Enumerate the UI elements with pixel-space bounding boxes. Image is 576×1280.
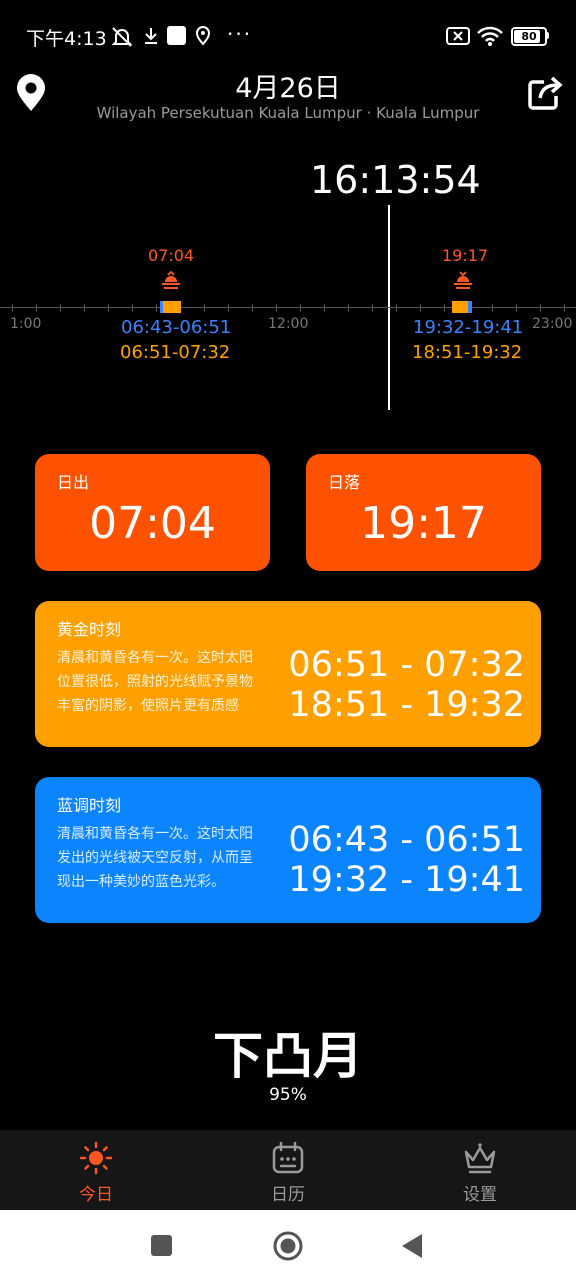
blue-hour-description: 清晨和黄昏各有一次。这时太阳 发出的光线被天空反射，从而呈 现出一种美妙的蓝色光… — [57, 826, 253, 890]
sunset-card[interactable]: 日落 19:17 — [306, 454, 541, 571]
sunset-marker-time: 19:17 — [442, 246, 489, 265]
sunset-icon — [454, 271, 472, 289]
evening-golden-range: 18:51-19:32 — [412, 342, 523, 363]
share-icon[interactable] — [528, 76, 564, 110]
nav-calendar[interactable]: 日历 — [192, 1130, 384, 1210]
nav-calendar-label: 日历 — [271, 1185, 305, 1205]
battery-indicator: 80 — [511, 27, 547, 46]
golden-hour-morning: 06:51 - 07:32 — [288, 645, 525, 685]
status-time: 下午4:13 — [26, 28, 107, 50]
nav-today-label: 今日 — [79, 1185, 113, 1205]
bottom-nav: 今日 日历 设置 — [0, 1130, 576, 1210]
evening-blue-segment — [468, 301, 472, 313]
nav-settings[interactable]: 设置 — [384, 1130, 576, 1210]
home-button[interactable] — [272, 1230, 304, 1262]
golden-hour-card[interactable]: 黄金时刻 清晨和黄昏各有一次。这时太阳 位置很低，照射的光线赋予景物 丰富的阴影… — [35, 601, 541, 747]
download-icon — [145, 28, 157, 44]
battery-tip — [546, 32, 549, 39]
sunrise-card-time: 07:04 — [89, 498, 216, 549]
crown-icon — [464, 1143, 496, 1174]
blue-hour-evening: 19:32 - 19:41 — [288, 860, 525, 900]
back-button[interactable] — [400, 1232, 424, 1260]
blue-hour-times: 06:43 - 06:51 19:32 - 19:41 — [288, 820, 525, 900]
header-date[interactable]: 4月26日 — [0, 66, 576, 105]
axis-label-end: 23:00 — [532, 316, 573, 332]
timeline-axis — [0, 304, 576, 311]
axis-label-mid: 12:00 — [268, 316, 309, 332]
current-time: 16:13:54 — [310, 158, 481, 202]
sun-icon — [79, 1141, 113, 1175]
recent-apps-button[interactable] — [151, 1235, 172, 1256]
app-notification-icon — [167, 26, 186, 45]
golden-hour-times: 06:51 - 07:32 18:51 - 19:32 — [288, 645, 525, 725]
evening-blue-range: 19:32-19:41 — [413, 317, 524, 338]
nav-settings-label: 设置 — [463, 1185, 497, 1205]
sim-off-icon — [446, 27, 470, 45]
golden-hour-title: 黄金时刻 — [57, 620, 122, 639]
system-nav-bar — [0, 1210, 576, 1280]
sunrise-icon — [162, 270, 180, 289]
morning-golden-segment — [163, 301, 181, 313]
morning-blue-range: 06:43-06:51 — [121, 317, 232, 338]
golden-hour-description: 清晨和黄昏各有一次。这时太阳 位置很低，照射的光线赋予景物 丰富的阴影，使照片更… — [57, 650, 253, 714]
calendar-icon — [272, 1141, 304, 1174]
blue-hour-card[interactable]: 蓝调时刻 清晨和黄昏各有一次。这时太阳 发出的光线被天空反射，从而呈 现出一种美… — [35, 777, 541, 923]
moon-phase: 下凸月 — [213, 1027, 363, 1085]
nav-today[interactable]: 今日 — [0, 1130, 192, 1210]
moon-illumination: 95% — [269, 1085, 307, 1105]
sunrise-card[interactable]: 日出 07:04 — [35, 454, 270, 571]
sunrise-card-title: 日出 — [57, 473, 90, 492]
wifi-icon — [477, 26, 503, 46]
sunset-card-time: 19:17 — [360, 498, 487, 549]
axis-label-start: 1:00 — [10, 316, 42, 332]
more-dots-icon: ··· — [227, 22, 253, 46]
mute-bell-icon — [111, 27, 133, 47]
blue-hour-morning: 06:43 - 06:51 — [288, 820, 525, 860]
sunrise-marker-time: 07:04 — [148, 246, 195, 265]
morning-golden-range: 06:51-07:32 — [120, 342, 231, 363]
golden-hour-evening: 18:51 - 19:32 — [288, 685, 525, 725]
location-small-icon — [195, 26, 211, 46]
header-location: Wilayah Persekutuan Kuala Lumpur · Kuala… — [96, 104, 480, 122]
sunset-card-title: 日落 — [328, 473, 361, 492]
evening-golden-segment — [452, 301, 468, 313]
blue-hour-title: 蓝调时刻 — [57, 796, 122, 815]
